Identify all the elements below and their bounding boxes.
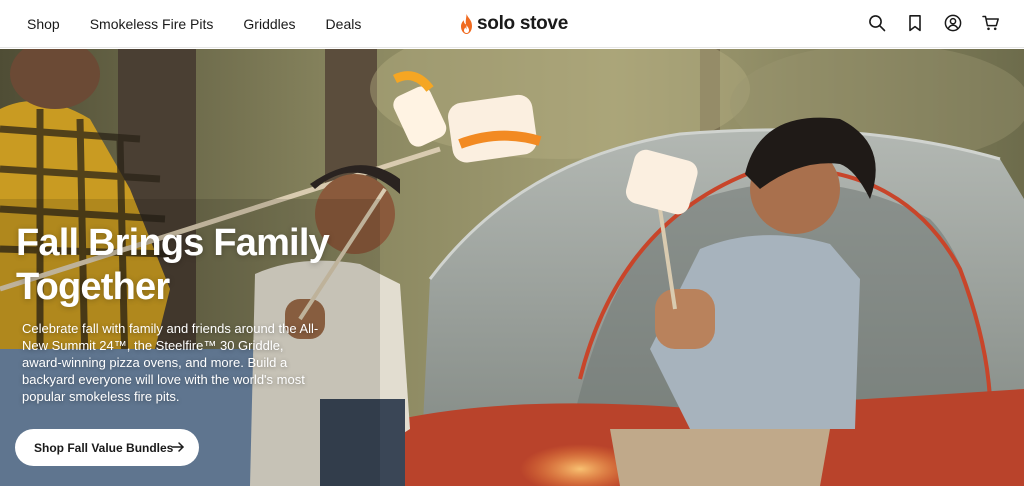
flame-icon <box>461 14 472 34</box>
hero-title: Fall Brings Family Together <box>16 222 330 308</box>
cta-label: Shop Fall Value Bundles <box>34 440 174 455</box>
bookmark-icon[interactable] <box>905 12 924 34</box>
solo-stove-logo[interactable]: solo stove <box>460 12 568 36</box>
hero-banner: Fall Brings Family Together Celebrate fa… <box>0 49 1024 486</box>
hero-subtitle: Celebrate fall with family and friends a… <box>22 321 319 404</box>
cart-icon[interactable] <box>981 12 1000 34</box>
account-icon[interactable] <box>943 12 962 34</box>
site-header: Shop Smokeless Fire Pits Griddles Deals … <box>0 0 1024 48</box>
main-nav: Shop Smokeless Fire Pits Griddles Deals <box>27 16 391 32</box>
nav-griddles[interactable]: Griddles <box>243 16 295 32</box>
nav-smokeless-fire-pits[interactable]: Smokeless Fire Pits <box>90 16 214 32</box>
nav-deals[interactable]: Deals <box>326 16 362 32</box>
logo-text: solo stove <box>477 13 568 34</box>
arrow-right-icon <box>171 442 184 452</box>
header-icons <box>867 12 1000 34</box>
search-icon[interactable] <box>867 12 886 34</box>
shop-fall-value-bundles-button[interactable]: Shop Fall Value Bundles <box>15 429 199 466</box>
nav-shop[interactable]: Shop <box>27 16 60 32</box>
